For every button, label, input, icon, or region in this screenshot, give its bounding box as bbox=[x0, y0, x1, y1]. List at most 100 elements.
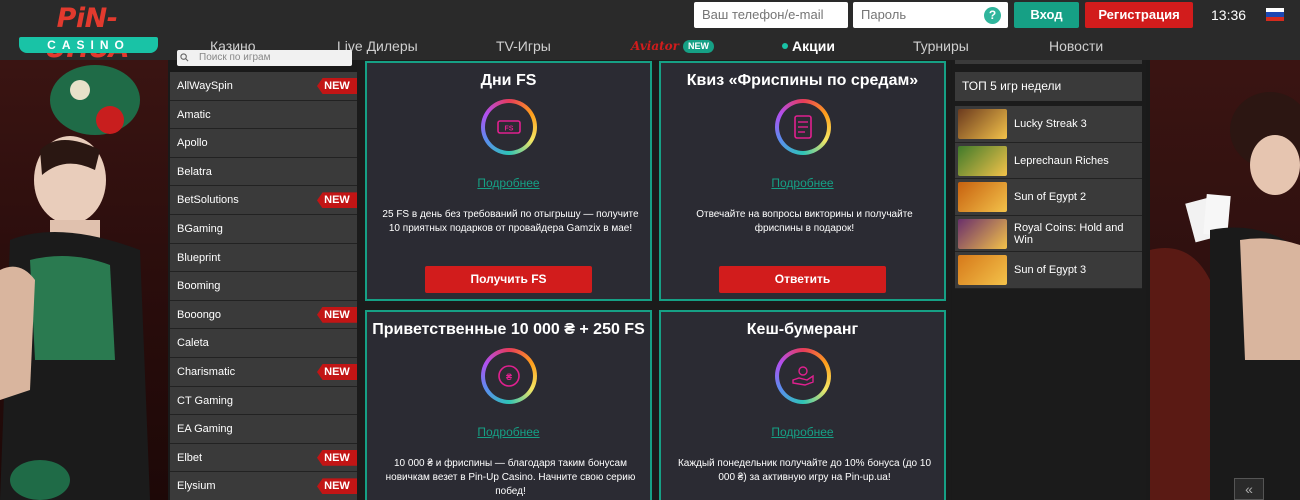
logo-wordmark: PiN-UP.UA bbox=[45, 3, 130, 64]
promo-title: Квиз «Фриспины по средам» bbox=[686, 72, 919, 89]
provider-label: Amatic bbox=[177, 108, 211, 121]
left-pinup-girl-background bbox=[0, 60, 168, 500]
game-thumbnail[interactable] bbox=[958, 255, 1007, 285]
provider-label: Apollo bbox=[177, 137, 208, 150]
promo-title: Кеш-бумеранг bbox=[746, 321, 859, 338]
provider-item[interactable]: Amatic bbox=[170, 100, 357, 130]
new-badge: NEW bbox=[317, 306, 357, 323]
help-icon[interactable]: ? bbox=[984, 7, 1001, 24]
provider-label: BetSolutions bbox=[177, 194, 239, 207]
russia-flag-icon[interactable] bbox=[1266, 8, 1284, 21]
aviator-new-badge: NEW bbox=[683, 40, 714, 53]
provider-label: BGaming bbox=[177, 222, 223, 235]
nav-tournaments[interactable]: Турниры bbox=[913, 36, 969, 56]
promotions-grid: Дни FS FS Подробнее 25 FS в день без тре… bbox=[357, 60, 951, 500]
provider-item[interactable]: Booming bbox=[170, 272, 357, 301]
game-name[interactable]: Leprechaun Riches bbox=[1014, 143, 1139, 179]
cashback-hand-icon bbox=[775, 348, 831, 404]
new-badge: NEW bbox=[317, 78, 357, 94]
promo-description: Отвечайте на вопросы викторины и получай… bbox=[696, 209, 913, 234]
provider-item[interactable]: EA Gaming bbox=[170, 415, 357, 444]
game-name[interactable]: Royal Coins: Hold and Win bbox=[1014, 216, 1139, 252]
promo-details-link[interactable]: Подробнее bbox=[661, 425, 944, 439]
nav-news[interactable]: Новости bbox=[1049, 36, 1103, 56]
top-games-panel: ТОП 5 игр недели Lucky Streak 3 Leprechau… bbox=[952, 60, 1146, 500]
top-game-item[interactable]: Royal Coins: Hold and Win bbox=[955, 215, 1142, 252]
provider-label: Booming bbox=[177, 280, 221, 293]
clock: 13:36 bbox=[1211, 7, 1247, 23]
game-name[interactable]: Lucky Streak 3 bbox=[1014, 106, 1139, 142]
get-fs-button[interactable]: Получить FS bbox=[425, 266, 592, 293]
provider-label: Elysium bbox=[177, 480, 216, 493]
game-thumbnail[interactable] bbox=[958, 182, 1007, 212]
nav-tv-games[interactable]: TV-Игры bbox=[496, 36, 551, 56]
provider-label: Belatra bbox=[177, 165, 212, 178]
provider-label: AllWaySpin bbox=[177, 80, 233, 92]
logo-casino-label: CASINO bbox=[19, 37, 158, 53]
top-game-item[interactable]: Sun of Egypt 2 bbox=[955, 179, 1142, 216]
new-badge: NEW bbox=[317, 449, 357, 466]
provider-item[interactable]: AllWaySpin NEW bbox=[170, 72, 357, 101]
provider-item[interactable]: Booongo NEW bbox=[170, 300, 357, 330]
nav-promotions-label: Акции bbox=[792, 38, 835, 54]
provider-sidebar: Поиск по играм AllWaySpin NEW Amatic Apollo… bbox=[170, 50, 357, 500]
right-pinup-girl-background bbox=[1150, 60, 1300, 500]
promo-description: 25 FS в день без требований по отыгрышу … bbox=[382, 209, 639, 234]
provider-item[interactable]: BetSolutions NEW bbox=[170, 186, 357, 215]
top-game-item[interactable]: Lucky Streak 3 bbox=[955, 106, 1142, 143]
free-spins-slot-icon: FS bbox=[481, 99, 537, 155]
phone-email-input[interactable] bbox=[694, 2, 848, 28]
svg-text:₴: ₴ bbox=[506, 372, 512, 382]
game-thumbnail[interactable] bbox=[958, 145, 1007, 176]
top-games-title: ТОП 5 игр недели bbox=[955, 72, 1142, 101]
promo-details-link[interactable]: Подробнее bbox=[367, 425, 650, 439]
login-button[interactable]: Вход bbox=[1014, 2, 1079, 28]
promo-card: Квиз «Фриспины по средам» Подробнее Отве… bbox=[659, 61, 946, 301]
game-thumbnail[interactable] bbox=[958, 218, 1007, 249]
new-badge: NEW bbox=[317, 192, 357, 209]
quiz-checklist-icon bbox=[775, 99, 831, 155]
game-name[interactable]: Sun of Egypt 2 bbox=[1014, 179, 1139, 215]
top-game-item[interactable]: Sun of Egypt 3 bbox=[955, 252, 1142, 289]
promo-title: Приветственные 10 000 ₴ + 250 FS bbox=[372, 321, 645, 338]
scroll-collapse-button[interactable]: « bbox=[1234, 478, 1264, 500]
promo-description: 10 000 ₴ и фриспины — благодаря таким бо… bbox=[385, 458, 636, 497]
search-icon bbox=[180, 53, 189, 62]
pinup-girl-illustration bbox=[0, 65, 150, 500]
provider-item[interactable]: Blueprint bbox=[170, 243, 357, 273]
nav-aviator[interactable]: Aviator bbox=[631, 36, 679, 56]
svg-text:FS: FS bbox=[505, 126, 514, 133]
provider-item[interactable]: Elbet NEW bbox=[170, 443, 357, 473]
promo-description: Каждый понедельник получайте до 10% бону… bbox=[677, 458, 932, 483]
provider-item[interactable]: Elysium NEW bbox=[170, 472, 357, 500]
promo-details-link[interactable]: Подробнее bbox=[661, 176, 944, 190]
promo-card: Кеш-бумеранг Подробнее Каждый понедельни… bbox=[659, 310, 946, 500]
provider-item[interactable]: Belatra bbox=[170, 157, 357, 187]
provider-label: CT Gaming bbox=[177, 394, 234, 407]
promo-details-link[interactable]: Подробнее bbox=[367, 176, 650, 190]
top-games-list: Lucky Streak 3 Leprechaun Riches Sun of Eg… bbox=[955, 106, 1142, 289]
provider-item[interactable]: Caleta bbox=[170, 329, 357, 358]
pinup-logo[interactable]: PiN-UP.UA CASINO bbox=[16, 3, 158, 64]
game-thumbnail[interactable] bbox=[958, 109, 1007, 139]
promo-card: Приветственные 10 000 ₴ + 250 FS ₴ Подро… bbox=[365, 310, 652, 500]
provider-label: Booongo bbox=[177, 308, 222, 321]
top-game-item[interactable]: Leprechaun Riches bbox=[955, 142, 1142, 179]
new-badge: NEW bbox=[317, 363, 357, 380]
nav-promotions[interactable]: Акции bbox=[782, 36, 835, 56]
provider-label: EA Gaming bbox=[177, 423, 233, 436]
game-name[interactable]: Sun of Egypt 3 bbox=[1014, 252, 1139, 288]
provider-item[interactable]: Charismatic NEW bbox=[170, 357, 357, 387]
provider-label: Charismatic bbox=[177, 365, 236, 378]
active-dot-icon bbox=[782, 43, 788, 50]
provider-search-input[interactable]: Поиск по играм bbox=[177, 50, 352, 66]
answer-button[interactable]: Ответить bbox=[719, 266, 886, 293]
register-button[interactable]: Регистрация bbox=[1085, 2, 1193, 28]
new-badge: NEW bbox=[317, 478, 357, 495]
provider-item[interactable]: BGaming bbox=[170, 214, 357, 244]
welcome-bonus-coin-icon: ₴ bbox=[481, 348, 537, 404]
provider-label: Caleta bbox=[177, 337, 209, 350]
promo-card: Дни FS FS Подробнее 25 FS в день без тре… bbox=[365, 61, 652, 301]
provider-item[interactable]: CT Gaming bbox=[170, 386, 357, 416]
provider-item[interactable]: Apollo bbox=[170, 129, 357, 158]
